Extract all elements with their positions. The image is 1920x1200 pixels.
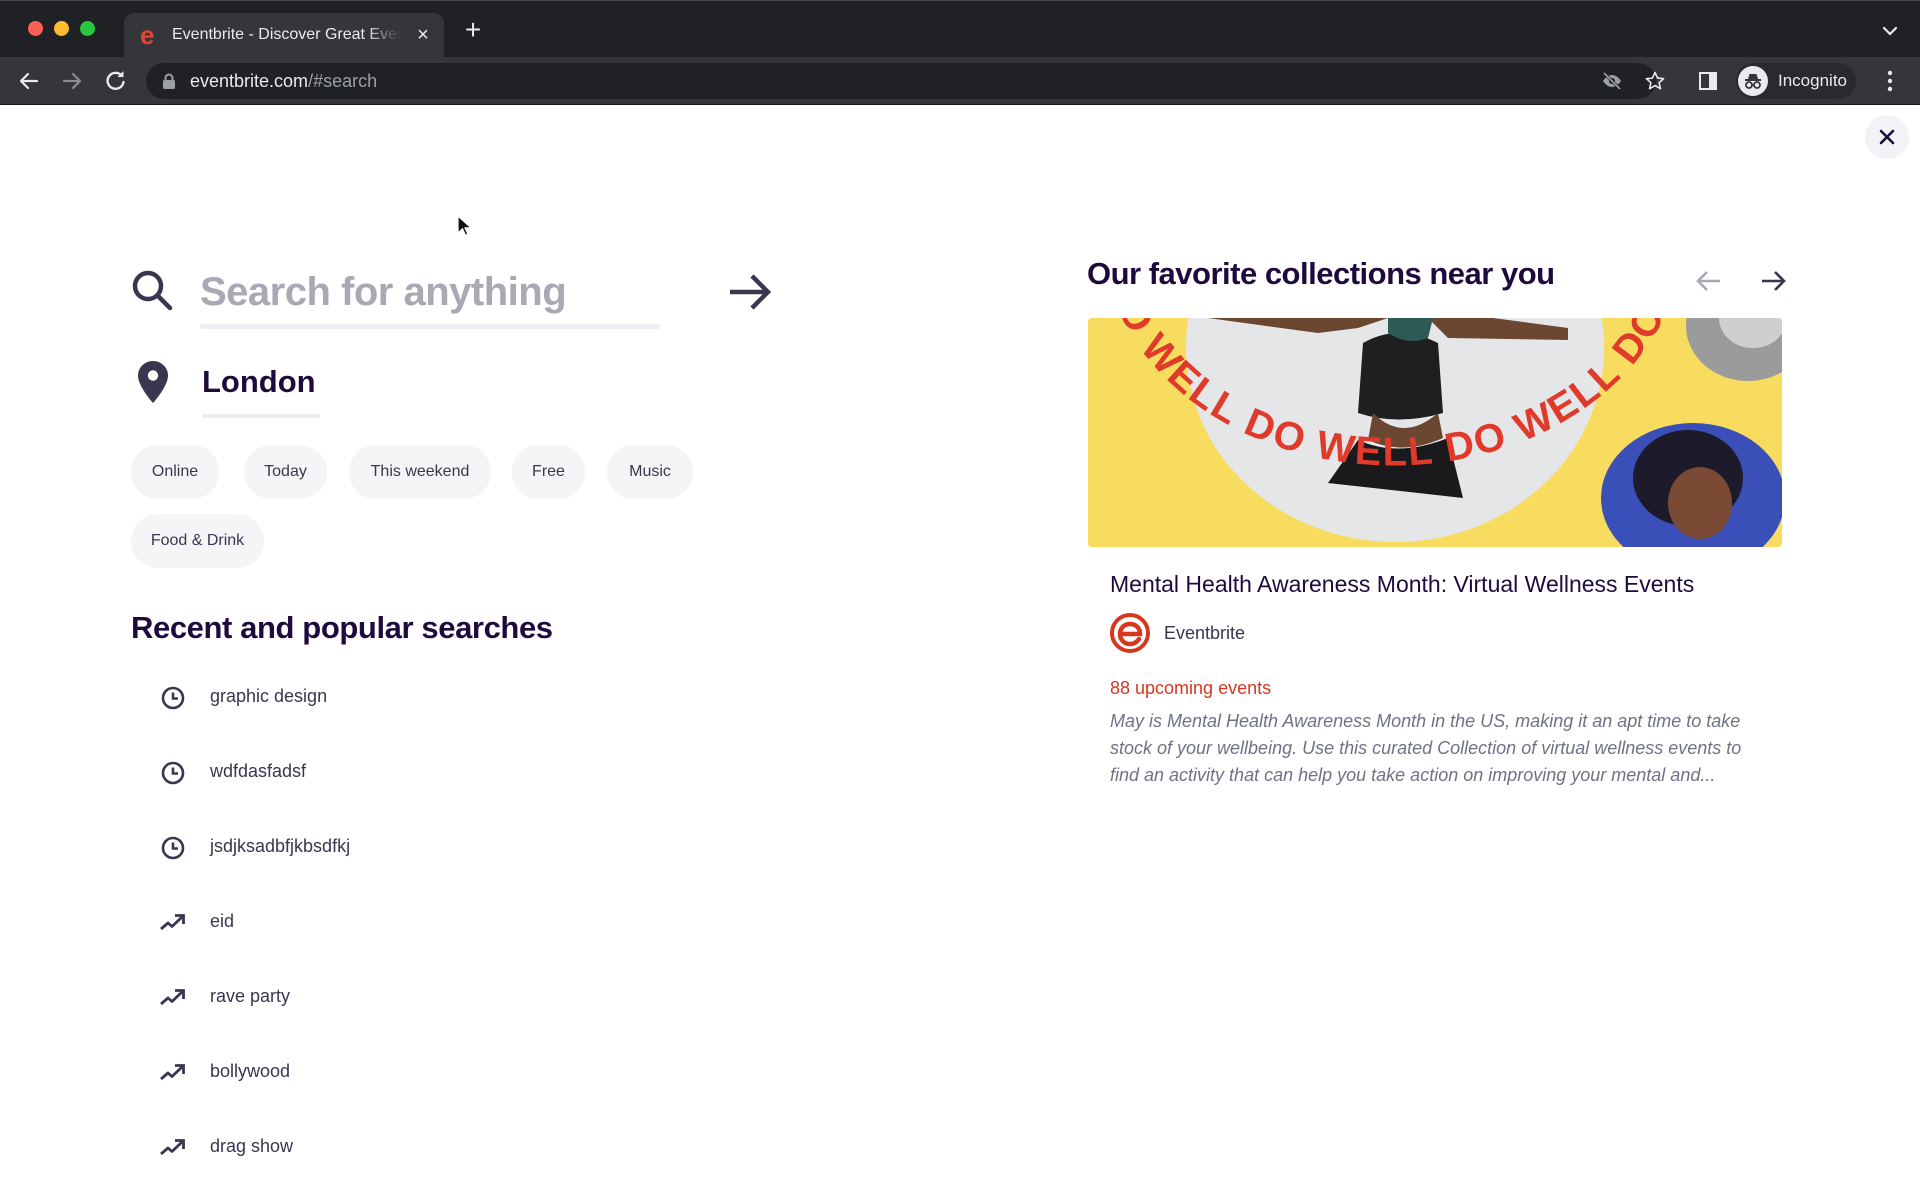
collection-title[interactable]: Mental Health Awareness Month: Virtual W… bbox=[1110, 571, 1694, 598]
collection-card[interactable]: DO WELL DO WELL DO WELL DO WELL Mental H… bbox=[1088, 318, 1782, 798]
recent-search-item[interactable]: jsdjksadbfjkbsdfkj bbox=[150, 817, 650, 877]
popular-search-item[interactable]: eid bbox=[150, 892, 650, 952]
recent-search-label: wdfdasfadsf bbox=[210, 761, 307, 781]
eventbrite-favicon-icon: e bbox=[140, 20, 155, 50]
popular-search-label: eid bbox=[210, 911, 235, 931]
search-input-underline bbox=[200, 324, 660, 329]
collection-banner-image: DO WELL DO WELL DO WELL DO WELL bbox=[1088, 318, 1782, 547]
popular-search-label: bollywood bbox=[210, 1061, 291, 1081]
search-icon bbox=[130, 268, 174, 312]
chip-this-weekend[interactable]: This weekend bbox=[349, 445, 491, 499]
eventbrite-logo-icon bbox=[1110, 613, 1150, 653]
clock-icon bbox=[160, 760, 186, 786]
forward-arrow-icon[interactable] bbox=[57, 66, 87, 96]
chip-today[interactable]: Today bbox=[244, 445, 327, 499]
close-icon bbox=[1879, 129, 1895, 145]
location-input[interactable] bbox=[202, 362, 502, 402]
address-bar[interactable]: eventbrite.com/#search bbox=[146, 63, 1665, 99]
back-arrow-icon[interactable] bbox=[14, 66, 44, 96]
recent-searches-heading: Recent and popular searches bbox=[131, 610, 553, 645]
tab-search-chevron-down-icon[interactable] bbox=[1878, 19, 1902, 43]
recent-search-label: jsdjksadbfjkbsdfkj bbox=[210, 836, 351, 856]
browser-tab-active[interactable]: e Eventbrite - Discover Great Events × bbox=[124, 13, 444, 58]
window-minimize-button[interactable] bbox=[54, 21, 69, 36]
collections-heading: Our favorite collections near you bbox=[1087, 256, 1555, 291]
trending-icon bbox=[160, 985, 186, 1011]
location-pin-icon bbox=[137, 360, 169, 404]
collection-organizer[interactable]: Eventbrite bbox=[1110, 613, 1510, 653]
popular-search-label: drag show bbox=[210, 1136, 294, 1156]
recent-search-label: graphic design bbox=[210, 686, 328, 706]
tab-title: Eventbrite - Discover Great Events bbox=[172, 26, 400, 43]
url-path: /#search bbox=[308, 71, 378, 91]
collections-prev-arrow-icon[interactable] bbox=[1694, 266, 1724, 296]
trending-icon bbox=[160, 1135, 186, 1161]
incognito-profile-button[interactable]: Incognito bbox=[1736, 63, 1856, 99]
popular-search-item[interactable]: drag show bbox=[150, 1117, 650, 1177]
new-tab-button[interactable]: + bbox=[458, 15, 488, 45]
eye-off-icon[interactable] bbox=[1601, 70, 1623, 92]
popular-search-label: rave party bbox=[210, 986, 291, 1006]
window-zoom-button[interactable] bbox=[80, 21, 95, 36]
kebab-menu-icon[interactable] bbox=[1880, 66, 1900, 96]
window-close-button[interactable] bbox=[28, 21, 43, 36]
close-search-button[interactable] bbox=[1865, 115, 1909, 159]
search-form bbox=[130, 262, 780, 332]
location-input-underline bbox=[202, 414, 320, 418]
tab-close-icon[interactable]: × bbox=[412, 24, 434, 46]
reload-icon[interactable] bbox=[100, 66, 130, 96]
clock-icon bbox=[160, 835, 186, 861]
url-text[interactable]: eventbrite.com/#search bbox=[190, 71, 377, 92]
trending-icon bbox=[160, 1060, 186, 1086]
collections-next-arrow-icon[interactable] bbox=[1758, 266, 1788, 296]
bookmark-star-icon[interactable] bbox=[1644, 70, 1666, 92]
clock-icon bbox=[160, 685, 186, 711]
collection-description: May is Mental Health Awareness Month in … bbox=[1110, 711, 1742, 785]
chip-free[interactable]: Free bbox=[512, 445, 585, 499]
chip-food-and-drink[interactable]: Food & Drink bbox=[131, 514, 264, 568]
browser-toolbar: eventbrite.com/#search Incognito bbox=[0, 57, 1920, 105]
incognito-icon bbox=[1738, 66, 1768, 96]
chip-online[interactable]: Online bbox=[131, 445, 219, 499]
url-host: eventbrite.com bbox=[190, 71, 309, 91]
browser-tab-bar: e Eventbrite - Discover Great Events × + bbox=[0, 0, 1920, 58]
organizer-name: Eventbrite bbox=[1164, 623, 1246, 643]
chip-music[interactable]: Music bbox=[607, 445, 693, 499]
search-input[interactable] bbox=[200, 262, 660, 322]
location-picker bbox=[130, 358, 530, 422]
mouse-cursor-icon bbox=[457, 215, 471, 237]
recent-search-item[interactable]: wdfdasfadsf bbox=[150, 742, 650, 802]
trending-icon bbox=[160, 910, 186, 936]
popular-search-item[interactable]: rave party bbox=[150, 967, 650, 1027]
search-submit-arrow-icon[interactable] bbox=[726, 270, 774, 314]
side-panel-icon[interactable] bbox=[1697, 70, 1719, 92]
upcoming-events-count: 88 upcoming events bbox=[1110, 678, 1272, 698]
incognito-label: Incognito bbox=[1778, 71, 1847, 90]
lock-icon[interactable] bbox=[162, 73, 176, 89]
popular-search-item[interactable]: bollywood bbox=[150, 1042, 650, 1102]
recent-search-item[interactable]: graphic design bbox=[150, 667, 650, 727]
